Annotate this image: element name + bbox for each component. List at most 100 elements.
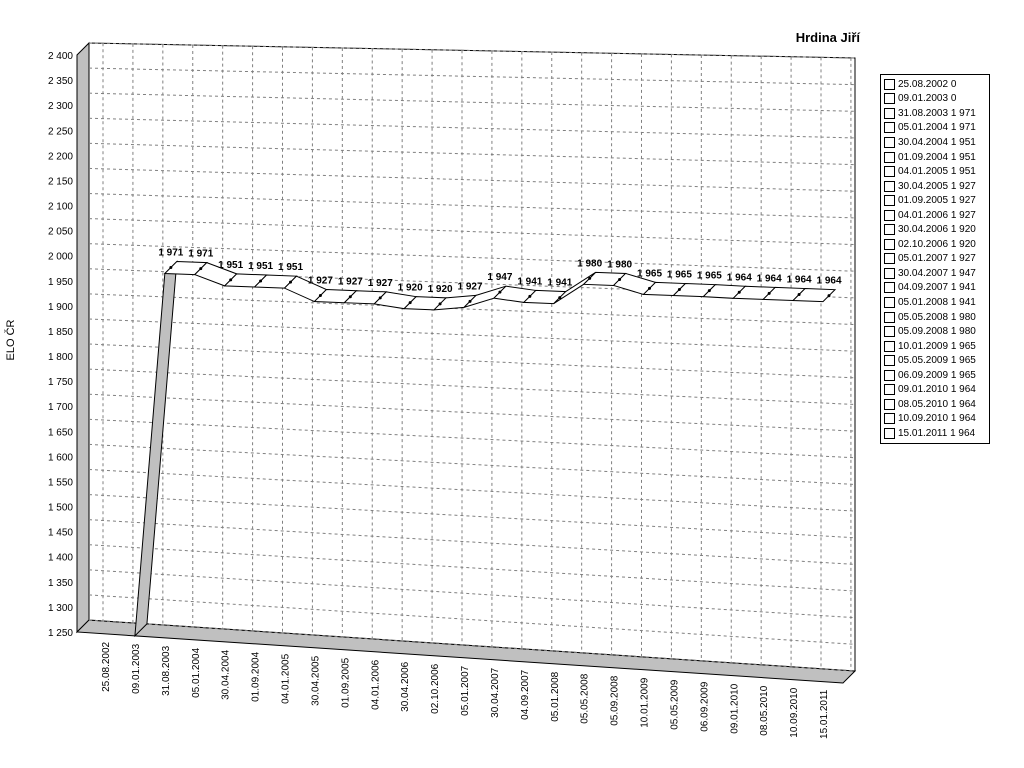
x-tick-label: 05.09.2008 bbox=[610, 675, 621, 725]
y-tick-label: 2 100 bbox=[48, 202, 73, 213]
legend-item: 30.04.2005 1 927 bbox=[884, 179, 989, 194]
data-label: 1 927 bbox=[457, 281, 482, 292]
y-tick-label: 1 350 bbox=[48, 578, 73, 589]
data-label: 1 927 bbox=[368, 278, 393, 289]
data-label: 1 920 bbox=[428, 284, 453, 295]
data-label: 1 920 bbox=[398, 283, 423, 294]
x-tick-label: 09.01.2003 bbox=[131, 643, 142, 693]
chart-title: Hrdina Jiří bbox=[795, 30, 860, 45]
data-point bbox=[827, 294, 831, 298]
legend-swatch bbox=[884, 136, 895, 148]
y-tick-label: 1 300 bbox=[48, 603, 73, 614]
legend-swatch bbox=[884, 107, 895, 119]
legend-item: 01.09.2004 1 951 bbox=[884, 150, 989, 165]
legend-label: 04.01.2006 1 927 bbox=[898, 209, 976, 221]
data-point bbox=[318, 294, 322, 298]
data-label: 1 980 bbox=[577, 258, 602, 269]
legend-item: 10.01.2009 1 965 bbox=[884, 339, 989, 354]
y-tick-label: 2 350 bbox=[48, 76, 73, 87]
legend-label: 25.08.2002 0 bbox=[898, 78, 957, 90]
data-point bbox=[737, 290, 741, 294]
x-tick-label: 04.09.2007 bbox=[520, 669, 531, 719]
legend-item: 05.09.2008 1 980 bbox=[884, 324, 989, 339]
legend-label: 01.09.2005 1 927 bbox=[898, 195, 976, 207]
y-tick-label: 1 600 bbox=[48, 452, 73, 463]
legend-swatch bbox=[884, 93, 895, 105]
x-tick-label: 02.10.2006 bbox=[430, 663, 441, 713]
data-point bbox=[348, 295, 352, 299]
legend-label: 31.08.2003 1 971 bbox=[898, 107, 976, 119]
data-label: 1 951 bbox=[218, 260, 243, 271]
legend-item: 05.01.2008 1 941 bbox=[884, 295, 989, 310]
data-point bbox=[378, 296, 382, 300]
x-tick-label: 10.09.2010 bbox=[789, 687, 800, 737]
legend-swatch bbox=[884, 195, 895, 207]
chart-walls bbox=[75, 41, 857, 684]
x-tick-label: 15.01.2011 bbox=[819, 689, 830, 739]
legend-label: 04.01.2005 1 951 bbox=[898, 166, 976, 178]
data-label: 1 941 bbox=[547, 278, 572, 289]
y-tick-label: 1 500 bbox=[48, 503, 73, 514]
data-label: 1 971 bbox=[188, 249, 213, 260]
legend-item: 04.01.2006 1 927 bbox=[884, 208, 989, 223]
data-label: 1 951 bbox=[278, 262, 303, 273]
legend-label: 09.01.2003 0 bbox=[898, 93, 957, 105]
legend-label: 10.09.2010 1 964 bbox=[898, 413, 976, 425]
x-tick-label: 30.04.2006 bbox=[400, 661, 411, 711]
legend-item: 08.05.2010 1 964 bbox=[884, 397, 989, 412]
y-axis-label: ELO ČR bbox=[4, 319, 17, 360]
data-point bbox=[289, 280, 292, 284]
legend-item: 01.09.2005 1 927 bbox=[884, 193, 989, 208]
legend-swatch bbox=[884, 355, 895, 367]
data-point bbox=[707, 289, 711, 293]
legend-swatch bbox=[884, 180, 895, 192]
legend-label: 05.01.2007 1 927 bbox=[898, 253, 976, 265]
data-label: 1 971 bbox=[158, 248, 183, 259]
data-point bbox=[558, 296, 562, 300]
legend-item: 30.04.2006 1 920 bbox=[884, 222, 989, 237]
y-tick-label: 2 150 bbox=[48, 176, 73, 187]
legend-swatch bbox=[884, 311, 895, 323]
legend-swatch bbox=[884, 296, 895, 308]
legend-item: 09.01.2003 0 bbox=[884, 92, 989, 107]
legend-item: 25.08.2002 0 bbox=[884, 77, 989, 92]
data-point bbox=[408, 301, 412, 305]
data-point bbox=[677, 288, 681, 292]
legend-item: 09.01.2010 1 964 bbox=[884, 382, 989, 397]
legend-label: 08.05.2010 1 964 bbox=[898, 398, 976, 410]
legend-swatch bbox=[884, 151, 895, 163]
legend-swatch bbox=[884, 238, 895, 250]
data-point bbox=[618, 277, 622, 281]
legend-label: 30.04.2004 1 951 bbox=[898, 136, 976, 148]
legend-swatch bbox=[884, 384, 895, 396]
legend-item: 02.10.2006 1 920 bbox=[884, 237, 989, 252]
data-point bbox=[797, 293, 801, 297]
data-label: 1 965 bbox=[637, 268, 662, 279]
data-label: 1 947 bbox=[487, 272, 512, 283]
legend-swatch bbox=[884, 78, 895, 90]
legend-label: 05.01.2008 1 941 bbox=[898, 296, 976, 308]
legend-swatch bbox=[884, 369, 895, 381]
legend-label: 05.01.2004 1 971 bbox=[898, 122, 976, 134]
data-label: 1 965 bbox=[697, 271, 722, 282]
data-label: 1 964 bbox=[757, 273, 782, 284]
legend-item: 30.04.2007 1 947 bbox=[884, 266, 989, 281]
legend-label: 30.04.2005 1 927 bbox=[898, 180, 976, 192]
data-point bbox=[169, 266, 173, 270]
left-wall bbox=[76, 41, 90, 634]
x-tick-label: 09.01.2010 bbox=[729, 683, 740, 733]
y-axis-tick-labels: 2 400 2 350 2 300 2 250 2 200 2 150 2 100 2 050… bbox=[48, 51, 73, 639]
y-tick-label: 1 400 bbox=[48, 553, 73, 564]
data-point bbox=[468, 299, 472, 303]
legend-label: 09.01.2010 1 964 bbox=[898, 384, 976, 396]
x-tick-label: 08.05.2010 bbox=[759, 685, 770, 735]
legend-item: 06.09.2009 1 965 bbox=[884, 368, 989, 383]
x-tick-label: 31.08.2003 bbox=[161, 645, 172, 695]
data-point bbox=[528, 294, 532, 298]
legend-swatch bbox=[884, 209, 895, 221]
x-tick-label: 05.05.2008 bbox=[580, 673, 591, 723]
legend-swatch bbox=[884, 122, 895, 134]
legend-item: 30.04.2004 1 951 bbox=[884, 135, 989, 150]
legend-label: 10.01.2009 1 965 bbox=[898, 340, 976, 352]
x-tick-label: 25.08.2002 bbox=[101, 641, 112, 691]
